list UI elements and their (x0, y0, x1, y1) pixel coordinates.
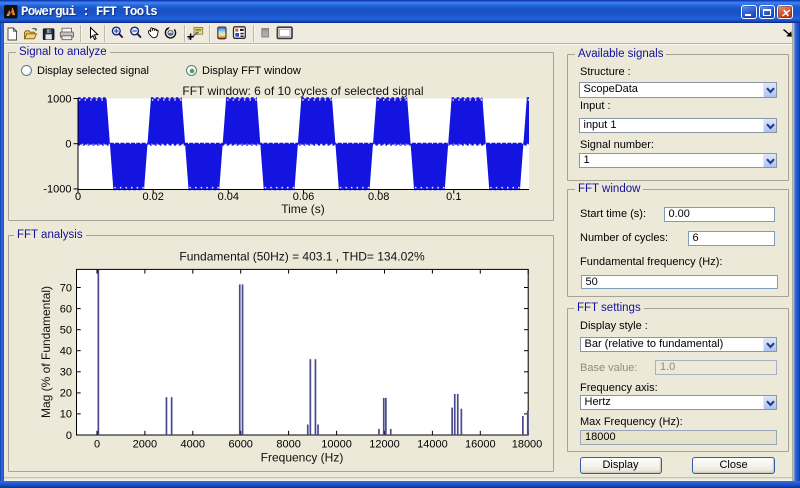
svg-text:10: 10 (60, 409, 72, 421)
svg-text:-1000: -1000 (43, 184, 71, 196)
svg-text:Frequency (Hz): Frequency (Hz) (261, 451, 344, 465)
svg-text:30: 30 (60, 367, 72, 379)
svg-text:50: 50 (60, 325, 72, 337)
svg-text:16000: 16000 (465, 439, 496, 451)
svg-text:10000: 10000 (321, 439, 352, 451)
svg-text:60: 60 (60, 303, 72, 315)
svg-text:8000: 8000 (276, 439, 300, 451)
svg-text:0.1: 0.1 (446, 191, 461, 203)
svg-text:FFT window: 6 of 10 cycles of: FFT window: 6 of 10 cycles of selected s… (182, 84, 423, 98)
svg-text:18000: 18000 (512, 439, 543, 451)
svg-text:0: 0 (65, 139, 71, 151)
svg-text:40: 40 (60, 346, 72, 358)
svg-text:12000: 12000 (369, 439, 400, 451)
svg-text:0.02: 0.02 (142, 191, 163, 203)
svg-text:4000: 4000 (181, 439, 205, 451)
svg-text:20: 20 (60, 388, 72, 400)
svg-text:0.04: 0.04 (218, 191, 239, 203)
svg-text:Fundamental (50Hz) = 403.1 , T: Fundamental (50Hz) = 403.1 , THD= 134.02… (179, 250, 425, 264)
svg-text:0: 0 (66, 430, 72, 442)
svg-text:2000: 2000 (133, 439, 157, 451)
svg-text:70: 70 (60, 282, 72, 294)
svg-text:Mag (% of Fundamental): Mag (% of Fundamental) (39, 286, 53, 418)
svg-text:0: 0 (94, 439, 100, 451)
svg-text:0: 0 (75, 191, 81, 203)
svg-text:1000: 1000 (47, 93, 71, 105)
svg-text:6000: 6000 (228, 439, 252, 451)
svg-text:14000: 14000 (417, 439, 448, 451)
svg-text:0.08: 0.08 (368, 191, 389, 203)
svg-text:Time (s): Time (s) (281, 202, 325, 216)
